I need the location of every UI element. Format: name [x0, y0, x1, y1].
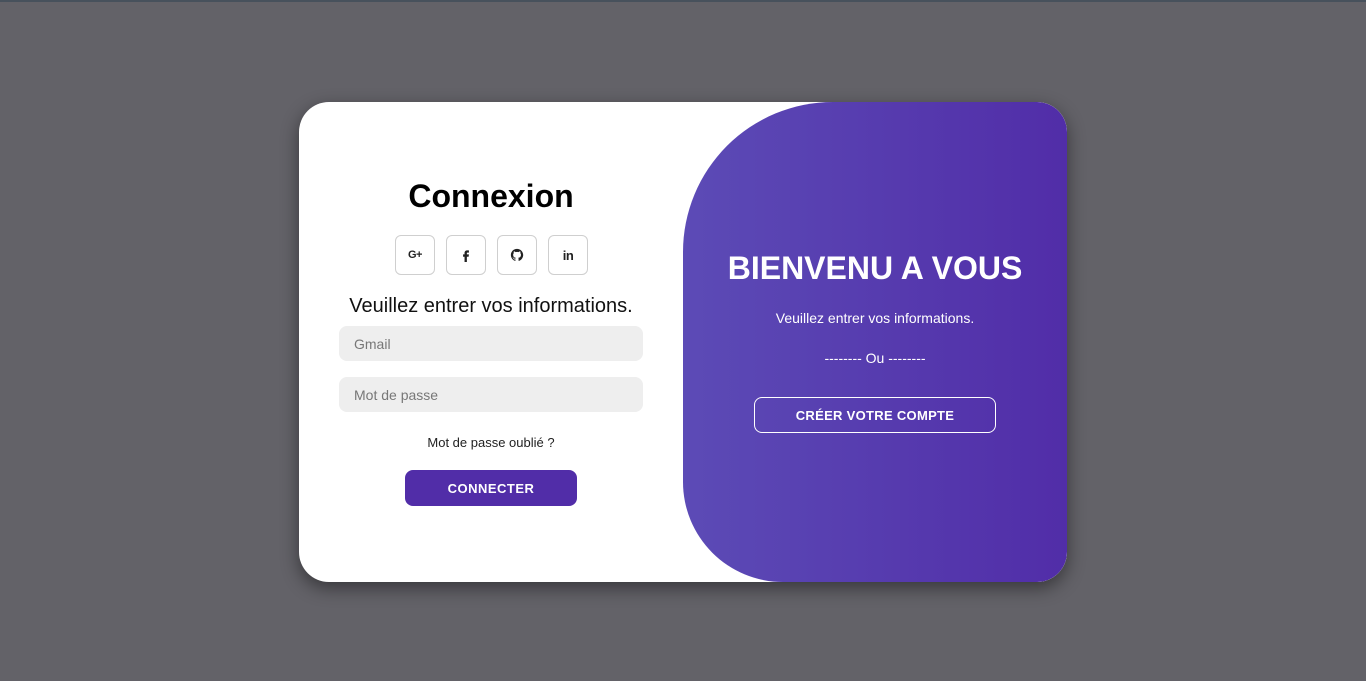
- login-panel: Connexion G+ in Veuillez entrer vos info…: [299, 102, 683, 582]
- welcome-title: BIENVENU A VOUS: [727, 250, 1023, 286]
- welcome-text: Veuillez entrer vos informations.: [775, 310, 975, 326]
- social-login-buttons: G+ in: [395, 235, 588, 275]
- top-border: [0, 0, 1366, 2]
- login-title: Connexion: [408, 178, 574, 214]
- connect-button[interactable]: CONNECTER: [405, 470, 577, 506]
- gmail-input[interactable]: [339, 326, 643, 361]
- login-subtitle: Veuillez entrer vos informations.: [349, 295, 633, 317]
- facebook-icon: [459, 248, 473, 262]
- auth-card: Connexion G+ in Veuillez entrer vos info…: [299, 102, 1067, 582]
- google-plus-button[interactable]: G+: [395, 235, 435, 275]
- github-icon: [510, 248, 524, 262]
- or-separator: -------- Ou --------: [824, 350, 926, 366]
- linkedin-icon: in: [562, 247, 574, 263]
- forgot-password-link[interactable]: Mot de passe oublié ?: [299, 435, 683, 451]
- github-button[interactable]: [497, 235, 537, 275]
- create-account-button[interactable]: CRÉER VOTRE COMPTE: [754, 397, 996, 433]
- welcome-panel: BIENVENU A VOUS Veuillez entrer vos info…: [683, 102, 1067, 582]
- linkedin-button[interactable]: in: [548, 235, 588, 275]
- facebook-button[interactable]: [446, 235, 486, 275]
- password-input[interactable]: [339, 377, 643, 412]
- google-plus-icon: G+: [408, 249, 422, 261]
